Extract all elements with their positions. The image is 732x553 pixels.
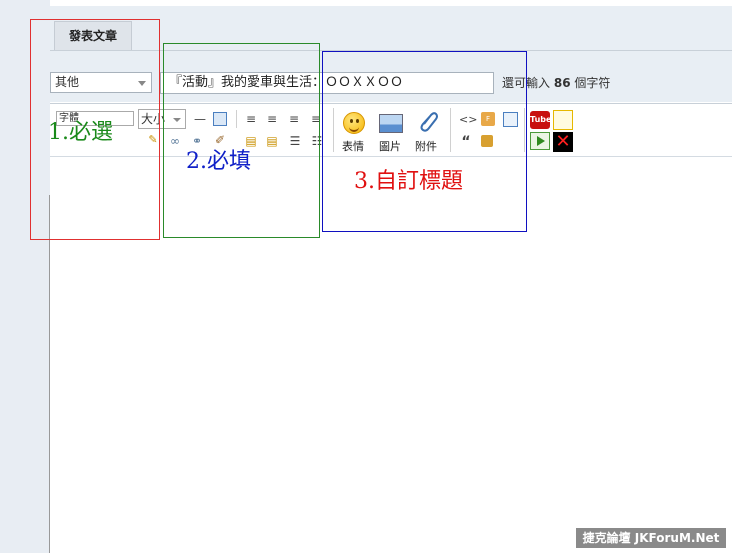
counter-suffix: 個字符 [574, 76, 611, 90]
annotation-box-2 [163, 43, 320, 238]
left-guide-line [49, 195, 50, 553]
annotation-label-1: 1.必選 [48, 120, 113, 145]
annotation-box-3 [322, 51, 527, 232]
youtube-icon[interactable]: Tube [530, 111, 551, 129]
flash-icon[interactable] [553, 110, 573, 130]
counter-number: 86 [553, 76, 571, 90]
annotation-label-2: 2.必填 [186, 149, 251, 174]
x-icon[interactable]: ✕ [553, 132, 573, 152]
watermark: 捷克論壇 JKForuM.Net [576, 528, 726, 548]
play-media-icon[interactable] [530, 132, 550, 150]
annotation-label-3: 3.自訂標題 [354, 169, 463, 194]
